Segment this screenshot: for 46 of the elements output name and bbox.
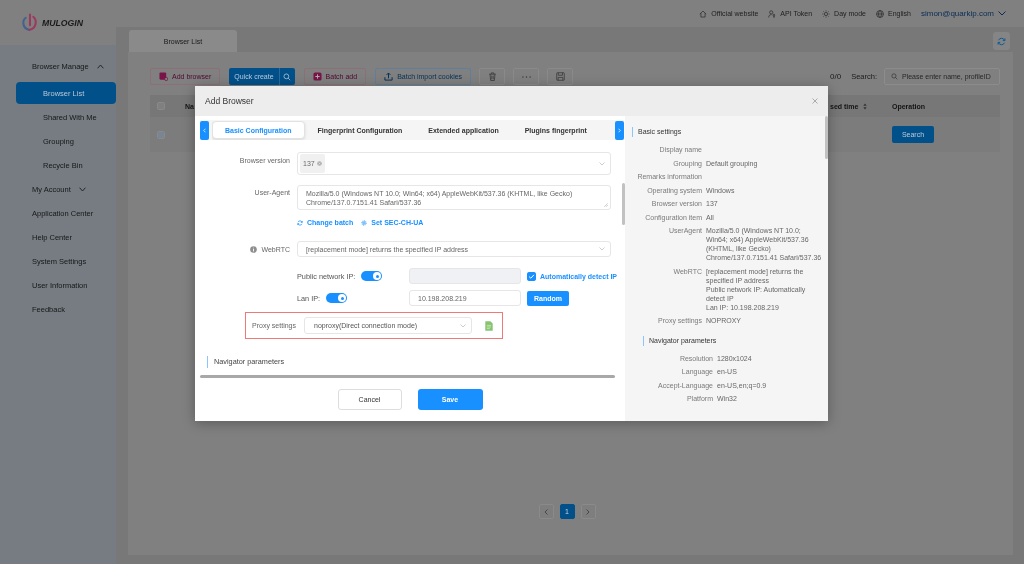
chevron-down-icon (599, 161, 605, 166)
chevron-down-icon (460, 323, 466, 328)
house-icon (699, 9, 708, 18)
globe-icon (876, 9, 884, 18)
scrollbar-thumb[interactable] (825, 116, 828, 159)
chevron-right-icon (618, 127, 621, 133)
close-icon (812, 98, 818, 104)
chevron-down-icon (998, 11, 1006, 16)
save-button[interactable] (547, 68, 574, 85)
tray-upload-icon (384, 72, 394, 81)
user-menu-button[interactable]: simon@quarkip.com (920, 9, 1006, 18)
lan-ip-toggle[interactable] (326, 293, 348, 303)
resize-handle-icon (604, 203, 608, 207)
previous-page-button[interactable] (538, 504, 554, 519)
profile-count: 0/0 (830, 72, 842, 81)
person-key-icon (768, 9, 777, 18)
chevron-left-icon (203, 127, 206, 133)
dialog-title: Add Browser (205, 96, 254, 106)
logo-text: MULOGIN (42, 17, 84, 28)
chevron-right-icon (586, 508, 590, 515)
trash-icon (487, 72, 497, 81)
search-icon (283, 72, 292, 81)
scroll-right-button[interactable] (615, 120, 624, 140)
refresh-button[interactable] (993, 32, 1010, 50)
sort-icon[interactable] (863, 102, 868, 110)
logo-icon (21, 13, 38, 32)
window-plus-icon (159, 72, 168, 81)
plus-square-icon (312, 72, 322, 81)
save-icon (555, 72, 565, 81)
close-button[interactable] (812, 98, 818, 104)
sun-icon (822, 9, 831, 18)
search-icon (891, 73, 898, 80)
info-icon (250, 245, 258, 253)
chevron-down-icon (599, 247, 605, 251)
gear-icon (361, 219, 368, 226)
scrollbar-thumb[interactable] (200, 375, 615, 378)
next-page-button[interactable] (580, 504, 596, 519)
scroll-left-button[interactable] (200, 120, 209, 140)
chevron-left-icon (544, 508, 548, 515)
refresh-icon (297, 219, 303, 226)
scrollbar-thumb[interactable] (622, 183, 625, 225)
more-button[interactable] (513, 68, 540, 85)
delete-button[interactable] (479, 68, 506, 85)
refresh-icon (997, 36, 1006, 46)
document-icon[interactable] (485, 320, 493, 331)
clear-icon[interactable] (316, 161, 322, 166)
